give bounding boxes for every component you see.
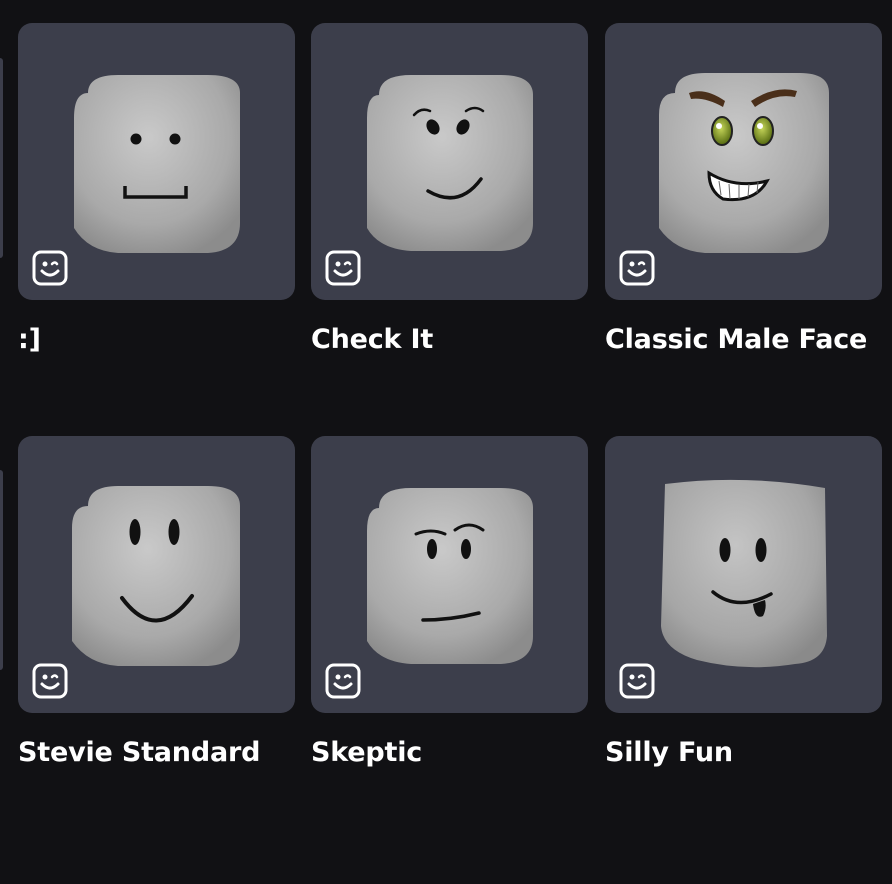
face-badge-icon — [325, 250, 361, 286]
item-name[interactable]: Classic Male Face — [605, 318, 882, 361]
item-thumbnail[interactable] — [18, 23, 295, 300]
item-name[interactable]: Check It — [311, 318, 588, 361]
catalog-item[interactable]: :] — [18, 23, 295, 361]
face-badge-icon — [32, 663, 68, 699]
item-name[interactable]: Stevie Standard — [18, 731, 295, 774]
face-badge-icon — [32, 250, 68, 286]
partial-card-edge — [0, 470, 3, 670]
partial-card-edge — [0, 58, 3, 258]
face-badge-icon — [619, 663, 655, 699]
catalog-item[interactable]: Stevie Standard — [18, 436, 295, 774]
item-name[interactable]: :] — [18, 318, 295, 361]
catalog-item[interactable]: Skeptic — [311, 436, 588, 774]
catalog-item[interactable]: Check It — [311, 23, 588, 361]
catalog-item[interactable]: Classic Male Face — [605, 23, 882, 361]
item-thumbnail[interactable] — [605, 23, 882, 300]
item-name[interactable]: Silly Fun — [605, 731, 882, 774]
face-badge-icon — [325, 663, 361, 699]
catalog-item[interactable]: Silly Fun — [605, 436, 882, 774]
item-thumbnail[interactable] — [605, 436, 882, 713]
item-name[interactable]: Skeptic — [311, 731, 588, 774]
item-thumbnail[interactable] — [311, 23, 588, 300]
catalog-grid: :] Check It Classic Male Face Stevie Sta… — [0, 0, 892, 884]
face-badge-icon — [619, 250, 655, 286]
item-thumbnail[interactable] — [18, 436, 295, 713]
item-thumbnail[interactable] — [311, 436, 588, 713]
